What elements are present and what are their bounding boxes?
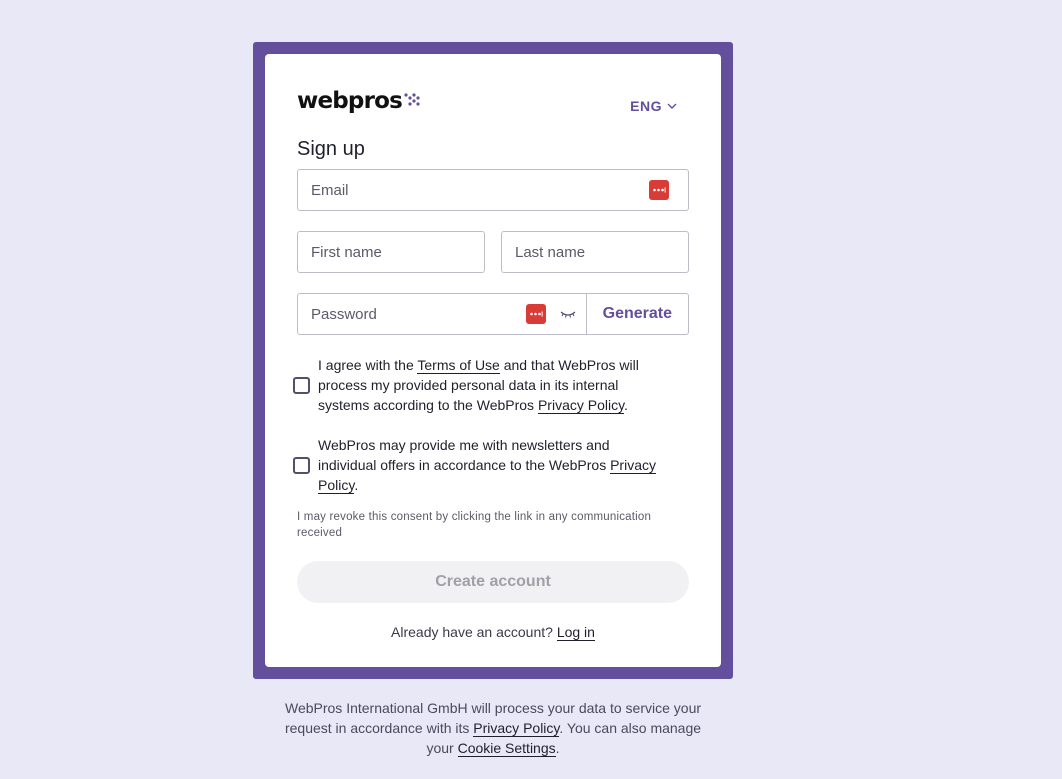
- create-account-button[interactable]: Create account: [297, 561, 689, 603]
- terms-text: I agree with the Terms of Use and that W…: [318, 357, 639, 414]
- terms-of-use-link[interactable]: Terms of Use: [417, 357, 500, 374]
- email-field-wrapper: [297, 169, 689, 211]
- chevron-down-icon: [667, 103, 677, 109]
- newsletter-consent-row: WebPros may provide me with newsletters …: [293, 435, 663, 495]
- logo-text: webpros: [297, 88, 403, 114]
- privacy-policy-link[interactable]: Privacy Policy: [537, 397, 625, 414]
- logo-mark-icon: [404, 93, 420, 106]
- login-link[interactable]: Log in: [556, 624, 595, 641]
- footer-privacy-policy-link[interactable]: Privacy Policy: [473, 720, 560, 737]
- first-name-field[interactable]: [298, 232, 510, 272]
- password-field-wrapper: Generate: [297, 293, 689, 335]
- page-title: Sign up: [297, 138, 365, 160]
- language-label: ENG: [630, 98, 662, 114]
- webpros-logo: webpros: [297, 87, 420, 115]
- signup-frame: webpros ENG Sign up Email First name Las…: [253, 42, 733, 679]
- login-prompt: Already have an account? Log in: [391, 624, 595, 641]
- newsletter-checkbox[interactable]: [293, 456, 310, 474]
- password-field[interactable]: [298, 294, 526, 334]
- last-name-wrapper: [501, 231, 714, 273]
- email-field[interactable]: [298, 170, 649, 210]
- password-manager-icon[interactable]: [525, 304, 546, 324]
- eye-closed-icon[interactable]: [560, 309, 576, 319]
- language-selector[interactable]: ENG: [630, 98, 677, 114]
- revoke-note: I may revoke this consent by clicking th…: [297, 511, 652, 539]
- newsletter-text: WebPros may provide me with newsletters …: [318, 437, 656, 494]
- generate-button[interactable]: Generate: [585, 294, 688, 334]
- password-manager-icon[interactable]: [649, 180, 669, 200]
- signup-card: webpros ENG Sign up Email First name Las…: [265, 54, 721, 667]
- first-name-wrapper: [297, 231, 510, 273]
- cookie-settings-link[interactable]: Cookie Settings: [457, 740, 556, 757]
- terms-consent-row: I agree with the Terms of Use and that W…: [293, 355, 663, 415]
- terms-checkbox[interactable]: [293, 376, 310, 394]
- footer-notice: WebPros International GmbH will process …: [284, 700, 702, 757]
- last-name-field[interactable]: [502, 232, 714, 272]
